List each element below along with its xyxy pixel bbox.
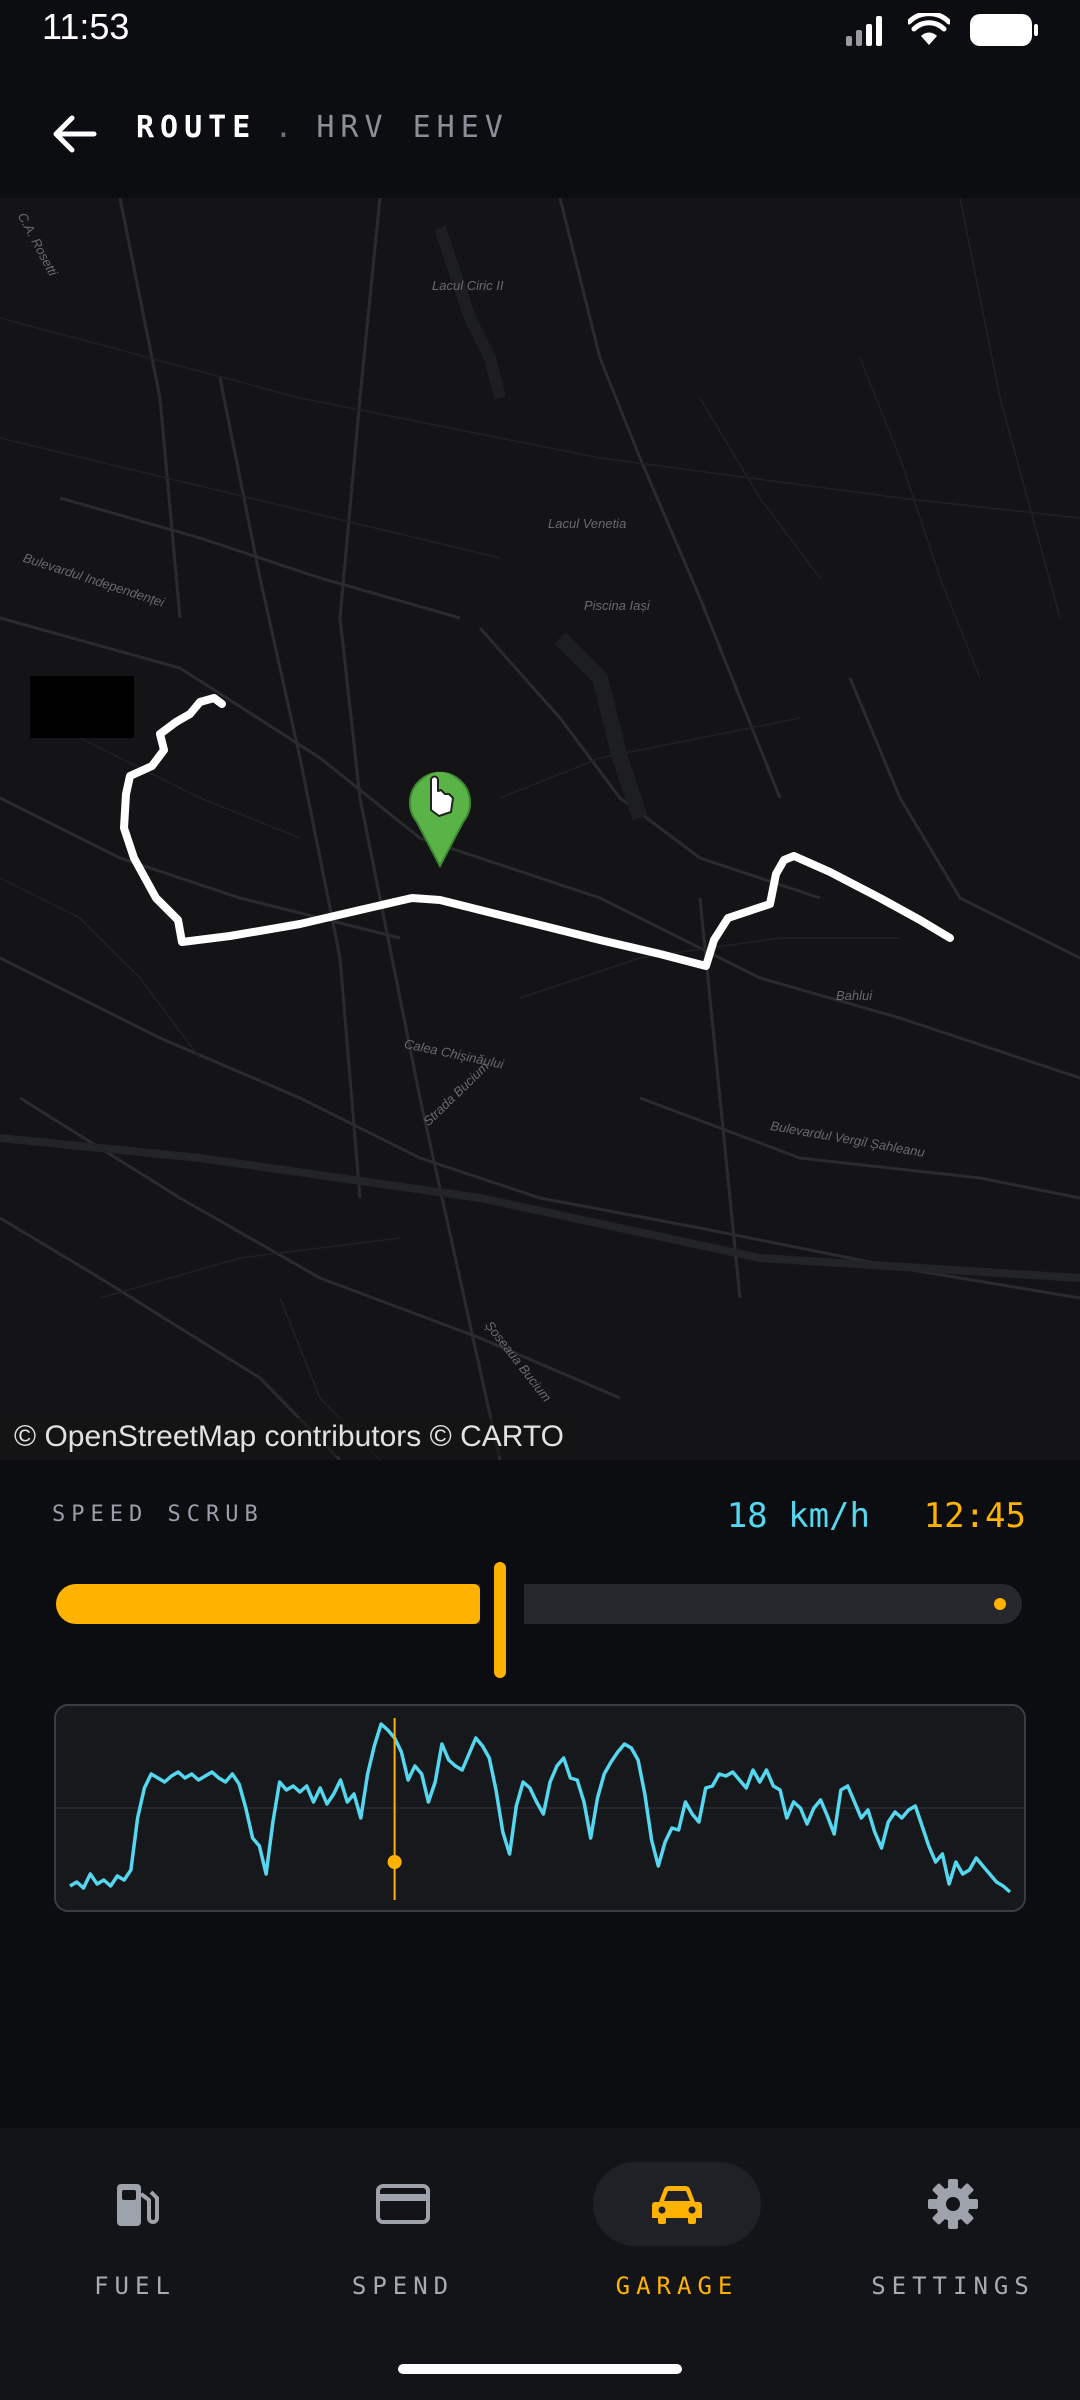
speed-scrub-label: SPEED SCRUB: [52, 1502, 264, 1527]
slider-end-dot: [994, 1598, 1006, 1610]
redacted-area: [30, 676, 134, 738]
page-title: ROUTE . HRV EHEV: [136, 110, 509, 145]
nav-pill: [869, 2162, 1037, 2246]
speed-sparkline[interactable]: [54, 1704, 1026, 1912]
nav-pill: [51, 2162, 219, 2246]
slider-thumb[interactable]: [494, 1562, 506, 1678]
arrow-left-icon: [53, 115, 97, 153]
nav-item-garage[interactable]: GARAGE: [542, 2162, 812, 2312]
car-icon: [652, 2186, 702, 2224]
map-label: Bahlui: [836, 988, 873, 1003]
speed-scrub-slider[interactable]: [56, 1560, 1022, 1678]
route-map[interactable]: C.A. Rosetti Lacul Ciric II Lacul Veneti…: [0, 198, 1080, 1460]
app-header: ROUTE . HRV EHEV: [0, 80, 1080, 180]
map-label: Piscina Iași: [584, 598, 650, 613]
nav-item-spend[interactable]: SPEND: [268, 2162, 538, 2312]
gear-icon: [928, 2179, 978, 2229]
status-icons: [844, 12, 1040, 48]
map-label: Lacul Ciric II: [432, 278, 504, 293]
battery-icon: [970, 14, 1038, 46]
current-speed: 18 km/h: [726, 1496, 870, 1536]
bottom-navigation: FUEL SPEND GARAGE SETTINGS: [0, 2128, 1080, 2400]
back-button[interactable]: [44, 104, 104, 164]
nav-label-fuel: FUEL: [94, 2272, 176, 2300]
wifi-icon: [908, 13, 950, 45]
map-marker-icon[interactable]: [405, 760, 475, 870]
status-time: 11:53: [42, 6, 130, 47]
map-streets: [0, 198, 1080, 1460]
title-main: ROUTE: [136, 110, 257, 145]
sparkline-svg: [56, 1718, 1024, 1900]
nav-pill: [593, 2162, 761, 2246]
title-separator: .: [274, 110, 299, 145]
signal-icon: [846, 16, 882, 46]
current-time: 12:45: [923, 1496, 1026, 1536]
nav-item-fuel[interactable]: FUEL: [0, 2162, 270, 2312]
map-attribution: © OpenStreetMap contributors © CARTO: [10, 1418, 568, 1456]
nav-pill: [319, 2162, 487, 2246]
sparkline-cursor-dot: [387, 1855, 402, 1869]
title-vehicle: HRV EHEV: [316, 110, 509, 145]
nav-label-spend: SPEND: [351, 2272, 455, 2300]
slider-fill: [56, 1584, 480, 1624]
nav-label-settings: SETTINGS: [871, 2272, 1035, 2300]
credit-card-icon: [376, 2184, 430, 2224]
home-indicator[interactable]: [398, 2364, 682, 2374]
status-bar: 11:53: [0, 0, 1080, 60]
speed-scrub-panel: SPEED SCRUB 18 km/h 12:45: [0, 1460, 1080, 2130]
fuel-pump-icon: [117, 2184, 159, 2226]
map-label: Lacul Venetia: [548, 516, 627, 531]
route-line: [120, 694, 954, 970]
nav-label-garage: GARAGE: [615, 2272, 739, 2300]
nav-item-settings[interactable]: SETTINGS: [818, 2162, 1080, 2312]
